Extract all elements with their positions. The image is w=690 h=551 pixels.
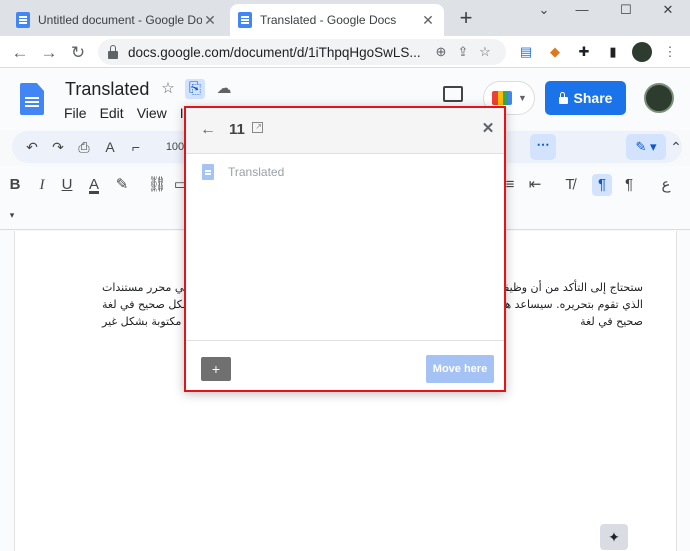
tab-untitled-document[interactable]: Untitled document - Google Docs ✕ <box>8 4 226 36</box>
menu-view[interactable]: View <box>137 105 167 121</box>
ltr-paragraph-icon[interactable]: ¶ <box>619 174 639 196</box>
menu-edit[interactable]: Edit <box>100 105 124 121</box>
open-folder-icon[interactable]: ↗ <box>252 122 263 133</box>
browser-toolbar: ← → ↻ docs.google.com/document/d/1iThpqH… <box>0 36 690 68</box>
docs-favicon-icon <box>238 12 252 28</box>
explore-button[interactable]: ✦ <box>600 524 628 550</box>
move-dialog: ← 11 ↗ ✕ Translated + Move here <box>184 106 506 392</box>
bold-icon[interactable]: B <box>5 174 25 196</box>
spellcheck-icon[interactable]: A <box>100 137 120 157</box>
tab-title: Translated - Google Docs <box>260 13 397 27</box>
more-tools-chevron-icon[interactable]: ▾ <box>2 204 22 226</box>
move-dialog-footer: + Move here <box>186 340 504 392</box>
highlight-color-icon[interactable]: ✎ <box>112 174 132 196</box>
rtl-paragraph-icon[interactable]: ¶ <box>592 174 612 196</box>
tab-search-icon[interactable]: ⌄ <box>531 2 557 18</box>
redo-icon[interactable]: ↷ <box>48 137 68 157</box>
metamask-icon[interactable]: ◆ <box>545 42 565 62</box>
side-panel-icon[interactable]: ▮ <box>603 42 623 62</box>
current-folder-name: 11 <box>229 121 245 138</box>
more-options-button[interactable]: ⋯ <box>530 134 556 160</box>
document-icon <box>202 164 214 180</box>
profile-avatar[interactable] <box>632 42 652 62</box>
comment-history-icon[interactable] <box>443 86 463 102</box>
document-text-line: صحيح في لغة <box>580 315 643 328</box>
item-label: Translated <box>228 165 285 179</box>
zoom-icon[interactable]: ⊕ <box>430 44 452 60</box>
editing-mode-button[interactable]: ✎ ▾ <box>626 134 666 160</box>
chrome-menu-icon[interactable]: ⋮ <box>660 42 680 62</box>
tab-close-icon[interactable]: ✕ <box>202 12 218 29</box>
minimize-window-button[interactable]: — <box>569 2 595 17</box>
chevron-down-icon: ▼ <box>518 93 527 103</box>
move-dialog-header: ← 11 ↗ ✕ <box>186 108 504 154</box>
menu-file[interactable]: File <box>64 105 87 121</box>
extensions-puzzle-icon[interactable]: ✚ <box>574 42 594 62</box>
list-item: Translated <box>202 164 284 180</box>
tab-translated[interactable]: Translated - Google Docs ✕ <box>230 4 444 36</box>
move-here-button[interactable]: Move here <box>426 355 494 383</box>
italic-icon[interactable]: I <box>32 174 52 196</box>
back-button[interactable]: ← <box>9 42 31 64</box>
extension-icon[interactable]: ▤ <box>516 42 536 62</box>
print-icon[interactable]: ⎙ <box>74 137 94 157</box>
input-tools-icon[interactable]: ع <box>656 174 676 196</box>
reload-button[interactable]: ↻ <box>67 42 89 64</box>
meet-camera-icon <box>492 91 512 105</box>
back-arrow-icon[interactable]: ← <box>198 120 218 140</box>
docs-menu-bar: File Edit View In <box>64 105 191 121</box>
document-text-line: مكتوبة بشكل غير <box>102 315 182 328</box>
share-label: Share <box>573 90 613 106</box>
share-page-icon[interactable]: ⇪ <box>452 44 474 60</box>
collapse-menus-icon[interactable]: ⌃ <box>666 137 686 157</box>
maximize-window-button[interactable]: ☐ <box>613 2 639 18</box>
forward-button[interactable]: → <box>38 42 60 64</box>
account-avatar[interactable] <box>644 83 674 113</box>
docs-logo-icon[interactable] <box>20 83 44 115</box>
tab-close-icon[interactable]: ✕ <box>420 12 436 29</box>
star-icon[interactable]: ☆ <box>158 79 178 99</box>
underline-icon[interactable]: U <box>57 174 77 196</box>
close-window-button[interactable]: ✕ <box>655 2 681 18</box>
document-text-line: بشكل صحيح في لغة <box>102 298 196 311</box>
close-icon[interactable]: ✕ <box>480 121 496 137</box>
cloud-status-icon[interactable]: ☁ <box>214 79 234 99</box>
docs-favicon-icon <box>16 12 30 28</box>
decrease-indent-icon[interactable]: ⇤ <box>525 174 545 196</box>
address-bar[interactable]: docs.google.com/document/d/1iThpqHgoSwLS… <box>98 39 506 65</box>
document-title[interactable]: Translated <box>65 79 149 100</box>
new-folder-button[interactable]: + <box>201 357 231 381</box>
lock-icon <box>558 91 568 104</box>
paint-format-icon[interactable]: ⌐ <box>126 137 146 157</box>
browser-tab-strip: Untitled document - Google Docs ✕ Transl… <box>0 0 690 36</box>
insert-link-icon[interactable]: ⛓ <box>147 174 167 196</box>
move-folder-icon[interactable]: ⎘ <box>185 79 205 99</box>
share-button[interactable]: Share <box>545 81 626 115</box>
bookmark-star-icon[interactable]: ☆ <box>474 44 496 60</box>
lock-icon[interactable] <box>108 44 118 59</box>
new-tab-button[interactable]: + <box>455 7 477 30</box>
undo-icon[interactable]: ↶ <box>22 137 42 157</box>
clear-formatting-icon[interactable]: T̸ <box>560 174 580 196</box>
url-text: docs.google.com/document/d/1iThpqHgoSwLS… <box>128 44 421 60</box>
text-color-icon[interactable]: A <box>84 174 104 196</box>
document-text-line: في محرر مستندات <box>102 281 190 294</box>
tab-title: Untitled document - Google Docs <box>38 13 202 27</box>
